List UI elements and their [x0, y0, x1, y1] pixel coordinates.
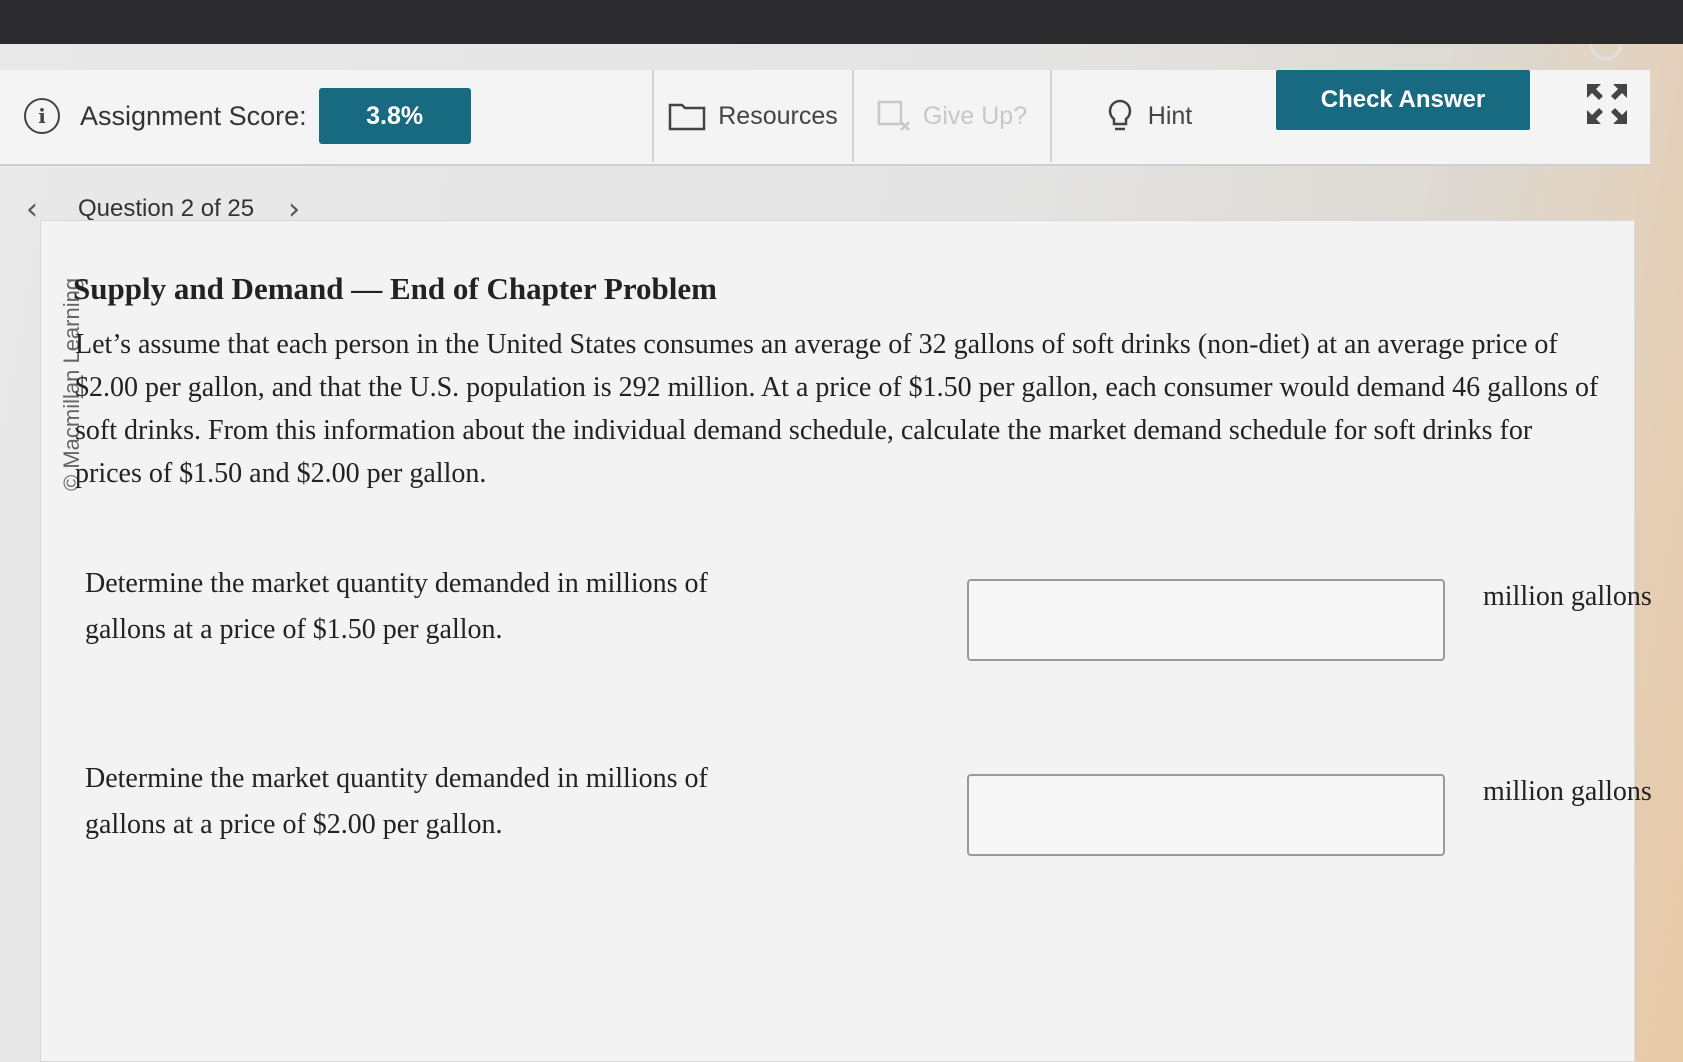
chevron-left-icon[interactable]: ‹ [26, 192, 38, 227]
info-icon[interactable]: i [24, 98, 60, 134]
resources-label: Resources [718, 101, 838, 130]
assignment-score: i Assignment Score: 3.8% [24, 88, 471, 144]
app-window: i Assignment Score: 3.8% Resources Give … [0, 44, 1683, 1062]
problem-title: Supply and Demand — End of Chapter Probl… [73, 271, 717, 306]
score-label: Assignment Score: [80, 100, 307, 131]
lightbulb-icon [1108, 99, 1132, 133]
check-answer-button[interactable]: Check Answer [1276, 70, 1530, 130]
help-icon[interactable] [1588, 44, 1624, 62]
resources-button[interactable]: Resources [652, 70, 852, 162]
expand-icon[interactable] [1585, 82, 1629, 126]
unit-label: million gallons [1483, 581, 1652, 612]
score-badge: 3.8% [318, 88, 471, 144]
hint-label: Hint [1147, 101, 1193, 130]
answer-input[interactable] [967, 774, 1445, 856]
answer-row: Determine the market quantity demanded i… [85, 561, 1652, 661]
answer-row: Determine the market quantity demanded i… [85, 756, 1652, 856]
give-up-icon [877, 100, 911, 132]
problem-text: Let’s assume that each person in the Uni… [75, 329, 1599, 489]
assignment-toolbar: i Assignment Score: 3.8% Resources Give … [0, 70, 1650, 166]
answer-input[interactable] [967, 579, 1445, 661]
give-up-label: Give Up? [922, 101, 1028, 130]
unit-label: million gallons [1483, 776, 1652, 807]
question-prompt: Determine the market quantity demanded i… [85, 763, 708, 840]
question-card: © Macmillan Learning Supply and Demand —… [40, 220, 1652, 1062]
give-up-button: Give Up? [852, 70, 1050, 162]
question-counter: Question 2 of 25 [78, 195, 255, 222]
folder-icon [668, 101, 706, 131]
hint-button[interactable]: Hint [1050, 70, 1248, 162]
question-prompt: Determine the market quantity demanded i… [85, 568, 708, 645]
